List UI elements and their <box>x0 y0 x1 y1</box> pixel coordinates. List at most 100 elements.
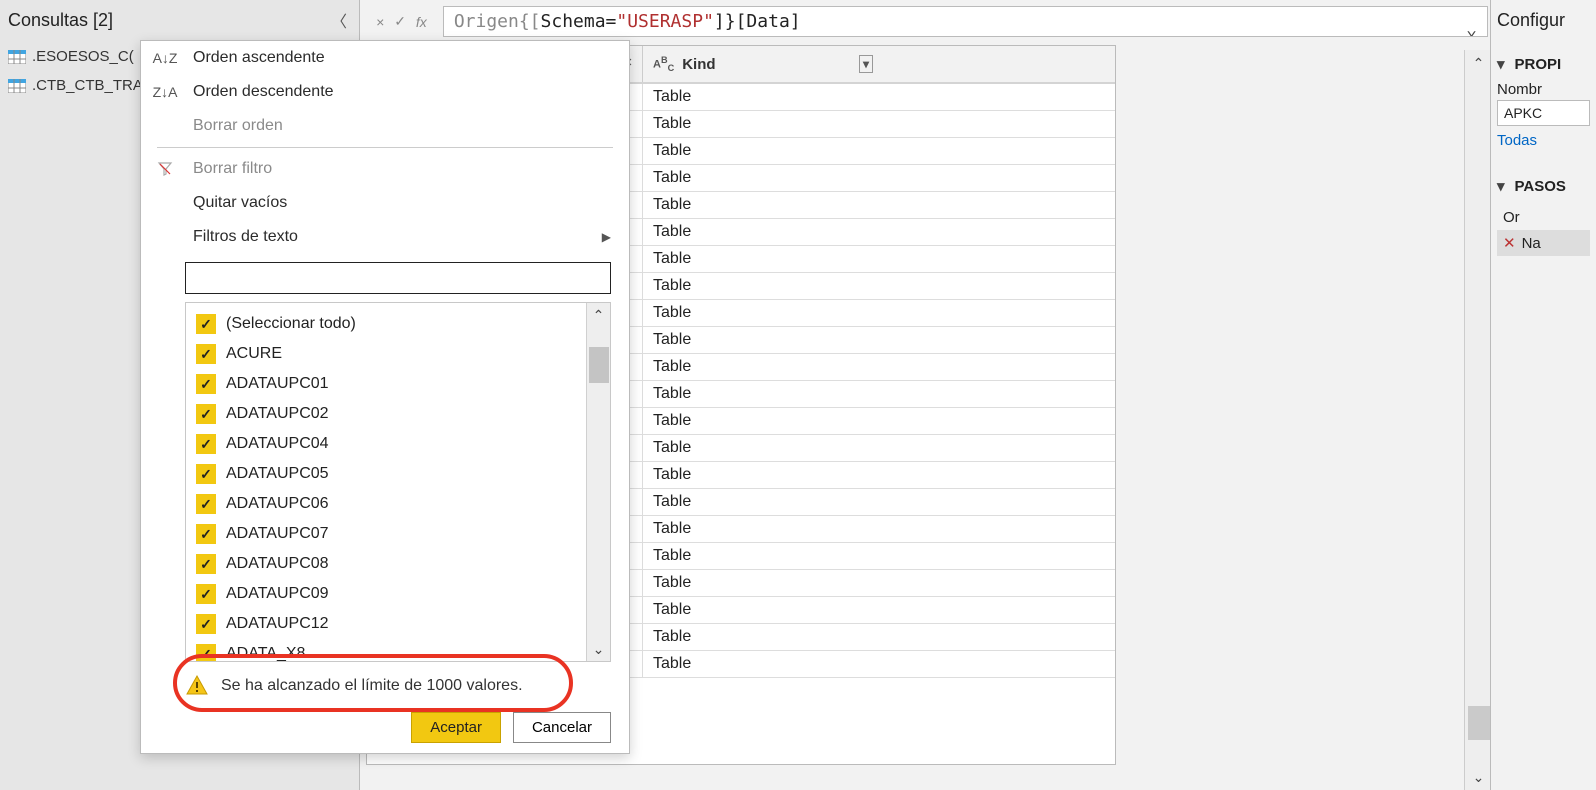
checkbox-checked-icon[interactable]: ✓ <box>196 554 216 574</box>
warning-text: Se ha alcanzado el límite de 1000 valore… <box>221 677 523 695</box>
formula-text: ]}[Data] <box>714 11 801 32</box>
scroll-up-icon[interactable]: ⌃ <box>587 303 610 327</box>
cell-kind: Table <box>643 651 883 677</box>
filter-search-input[interactable] <box>186 263 610 293</box>
applied-step[interactable]: Or <box>1497 205 1590 230</box>
queries-pane-title: Consultas [2] <box>8 10 113 31</box>
filter-value-row[interactable]: ✓ ADATAUPC07 <box>190 519 582 549</box>
submenu-arrow-icon: ▶ <box>602 230 611 244</box>
cell-kind: Table <box>643 408 883 434</box>
scroll-down-icon[interactable]: ⌄ <box>587 637 610 661</box>
filter-value-label: ADATAUPC05 <box>226 465 329 483</box>
cell-kind: Table <box>643 219 883 245</box>
query-label: .ESOESOS_C( <box>32 48 134 65</box>
column-header-kind[interactable]: ABC Kind ▾ <box>643 46 883 82</box>
filter-value-row[interactable]: ✓ADATAUPC12 <box>190 609 582 639</box>
applied-steps-header[interactable]: PASOS <box>1497 173 1590 199</box>
filter-limit-warning: Se ha alcanzado el límite de 1000 valore… <box>185 674 611 698</box>
clear-filter-icon <box>153 161 177 177</box>
filter-value-row[interactable]: ✓ADATAUPC02 <box>190 399 582 429</box>
cell-kind: Table <box>643 138 883 164</box>
text-filters-submenu[interactable]: Filtros de texto ▶ <box>141 220 629 254</box>
applied-steps-list: Or ✕ Na <box>1497 205 1590 256</box>
filter-value-row[interactable]: ✓ADATAUPC04 <box>190 429 582 459</box>
name-field-label: Nombr <box>1497 77 1590 100</box>
formula-keyword: "USERASP" <box>616 11 714 32</box>
fx-x-icon[interactable]: × <box>376 14 384 30</box>
filter-values-scroll-area[interactable]: ✓(Seleccionar todo)✓ACURE✓ADATAUPC01✓ADA… <box>186 303 586 661</box>
filter-value-row[interactable]: ✓ ADATAUPC08 <box>190 549 582 579</box>
filter-value-row[interactable]: ✓(Seleccionar todo) <box>190 309 582 339</box>
scroll-up-icon[interactable]: ⌃ <box>1465 50 1492 76</box>
cell-kind: Table <box>643 300 883 326</box>
section-label: PASOS <box>1515 178 1566 195</box>
filter-value-row[interactable]: ✓ADATAUPC06 <box>190 489 582 519</box>
fx-label-icon[interactable]: fx <box>416 14 427 30</box>
filter-value-row[interactable]: ✓ ADATAUPC01 <box>190 369 582 399</box>
cell-kind: Table <box>643 462 883 488</box>
cell-kind: Table <box>643 192 883 218</box>
checkbox-checked-icon[interactable]: ✓ <box>196 614 216 634</box>
delete-step-icon[interactable]: ✕ <box>1503 234 1516 252</box>
cell-kind: Table <box>643 624 883 650</box>
center-scrollbar[interactable]: ⌃ ⌄ <box>1464 50 1492 790</box>
name-field-input[interactable]: APKC <box>1497 100 1590 126</box>
sort-asc-icon: A↓Z <box>153 50 177 66</box>
filter-value-row[interactable]: ✓ ADATAUPC05 <box>190 459 582 489</box>
sort-descending[interactable]: Z↓A Orden descendente <box>141 75 629 109</box>
checkbox-checked-icon[interactable]: ✓ <box>196 434 216 454</box>
checkbox-checked-icon[interactable]: ✓ <box>196 584 216 604</box>
column-filter-dropdown-icon[interactable]: ▾ <box>859 55 873 73</box>
formula-input[interactable]: Origen{[Schema="USERASP"]}[Data] ⌄ <box>443 6 1488 37</box>
filter-value-label: ADATA_X8 <box>226 645 305 661</box>
applied-step[interactable]: ✕ Na <box>1497 230 1590 256</box>
collapse-queries-icon[interactable]: 〈 <box>331 8 347 32</box>
all-properties-link[interactable]: Todas <box>1497 126 1590 155</box>
filter-value-row[interactable]: ✓ ADATAUPC09 <box>190 579 582 609</box>
checkbox-checked-icon[interactable]: ✓ <box>196 344 216 364</box>
properties-section-header[interactable]: PROPI <box>1497 51 1590 77</box>
remove-empty[interactable]: Quitar vacíos <box>141 186 629 220</box>
filter-value-row[interactable]: ✓ ADATA_X8 <box>190 639 582 661</box>
fx-check-icon[interactable]: ✓ <box>394 13 406 30</box>
cell-kind: Table <box>643 327 883 353</box>
checkbox-checked-icon[interactable]: ✓ <box>196 404 216 424</box>
cell-kind: Table <box>643 381 883 407</box>
filter-value-row[interactable]: ✓ACURE <box>190 339 582 369</box>
filter-value-label: ADATAUPC01 <box>226 375 329 393</box>
filter-values-list: ✓(Seleccionar todo)✓ACURE✓ADATAUPC01✓ADA… <box>185 302 611 662</box>
checkbox-checked-icon[interactable]: ✓ <box>196 314 216 334</box>
menu-label: Orden descendente <box>193 83 334 101</box>
scroll-thumb[interactable] <box>1468 706 1490 740</box>
checkbox-checked-icon[interactable]: ✓ <box>196 524 216 544</box>
cancel-button[interactable]: Cancelar <box>513 712 611 743</box>
table-icon <box>8 79 26 93</box>
filter-value-label: ADATAUPC08 <box>226 555 329 573</box>
cell-kind: Table <box>643 84 883 110</box>
checkbox-checked-icon[interactable]: ✓ <box>196 374 216 394</box>
section-label: PROPI <box>1515 56 1562 73</box>
filter-list-scrollbar[interactable]: ⌃ ⌄ <box>586 303 610 661</box>
menu-label: Quitar vacíos <box>193 194 287 212</box>
filter-value-label: ADATAUPC09 <box>226 585 329 603</box>
sort-ascending[interactable]: A↓Z Orden ascendente <box>141 41 629 75</box>
scroll-down-icon[interactable]: ⌄ <box>1465 764 1492 790</box>
checkbox-checked-icon[interactable]: ✓ <box>196 494 216 514</box>
filter-search-container <box>185 262 611 294</box>
checkbox-checked-icon[interactable]: ✓ <box>196 464 216 484</box>
scroll-thumb[interactable] <box>589 347 609 383</box>
cell-kind: Table <box>643 111 883 137</box>
cell-kind: Table <box>643 273 883 299</box>
sort-desc-icon: Z↓A <box>153 84 177 100</box>
formula-expand-icon[interactable]: ⌄ <box>1466 19 1477 37</box>
step-label: Na <box>1522 235 1541 252</box>
accept-button[interactable]: Aceptar <box>411 712 501 743</box>
cell-kind: Table <box>643 354 883 380</box>
step-label: Or <box>1503 209 1520 226</box>
menu-label: Borrar orden <box>193 117 283 135</box>
cell-kind: Table <box>643 246 883 272</box>
queries-pane-header: Consultas [2] 〈 <box>0 0 359 42</box>
filter-value-label: ADATAUPC07 <box>226 525 329 543</box>
checkbox-checked-icon[interactable]: ✓ <box>196 644 216 661</box>
formula-text: Schema= <box>541 11 617 32</box>
